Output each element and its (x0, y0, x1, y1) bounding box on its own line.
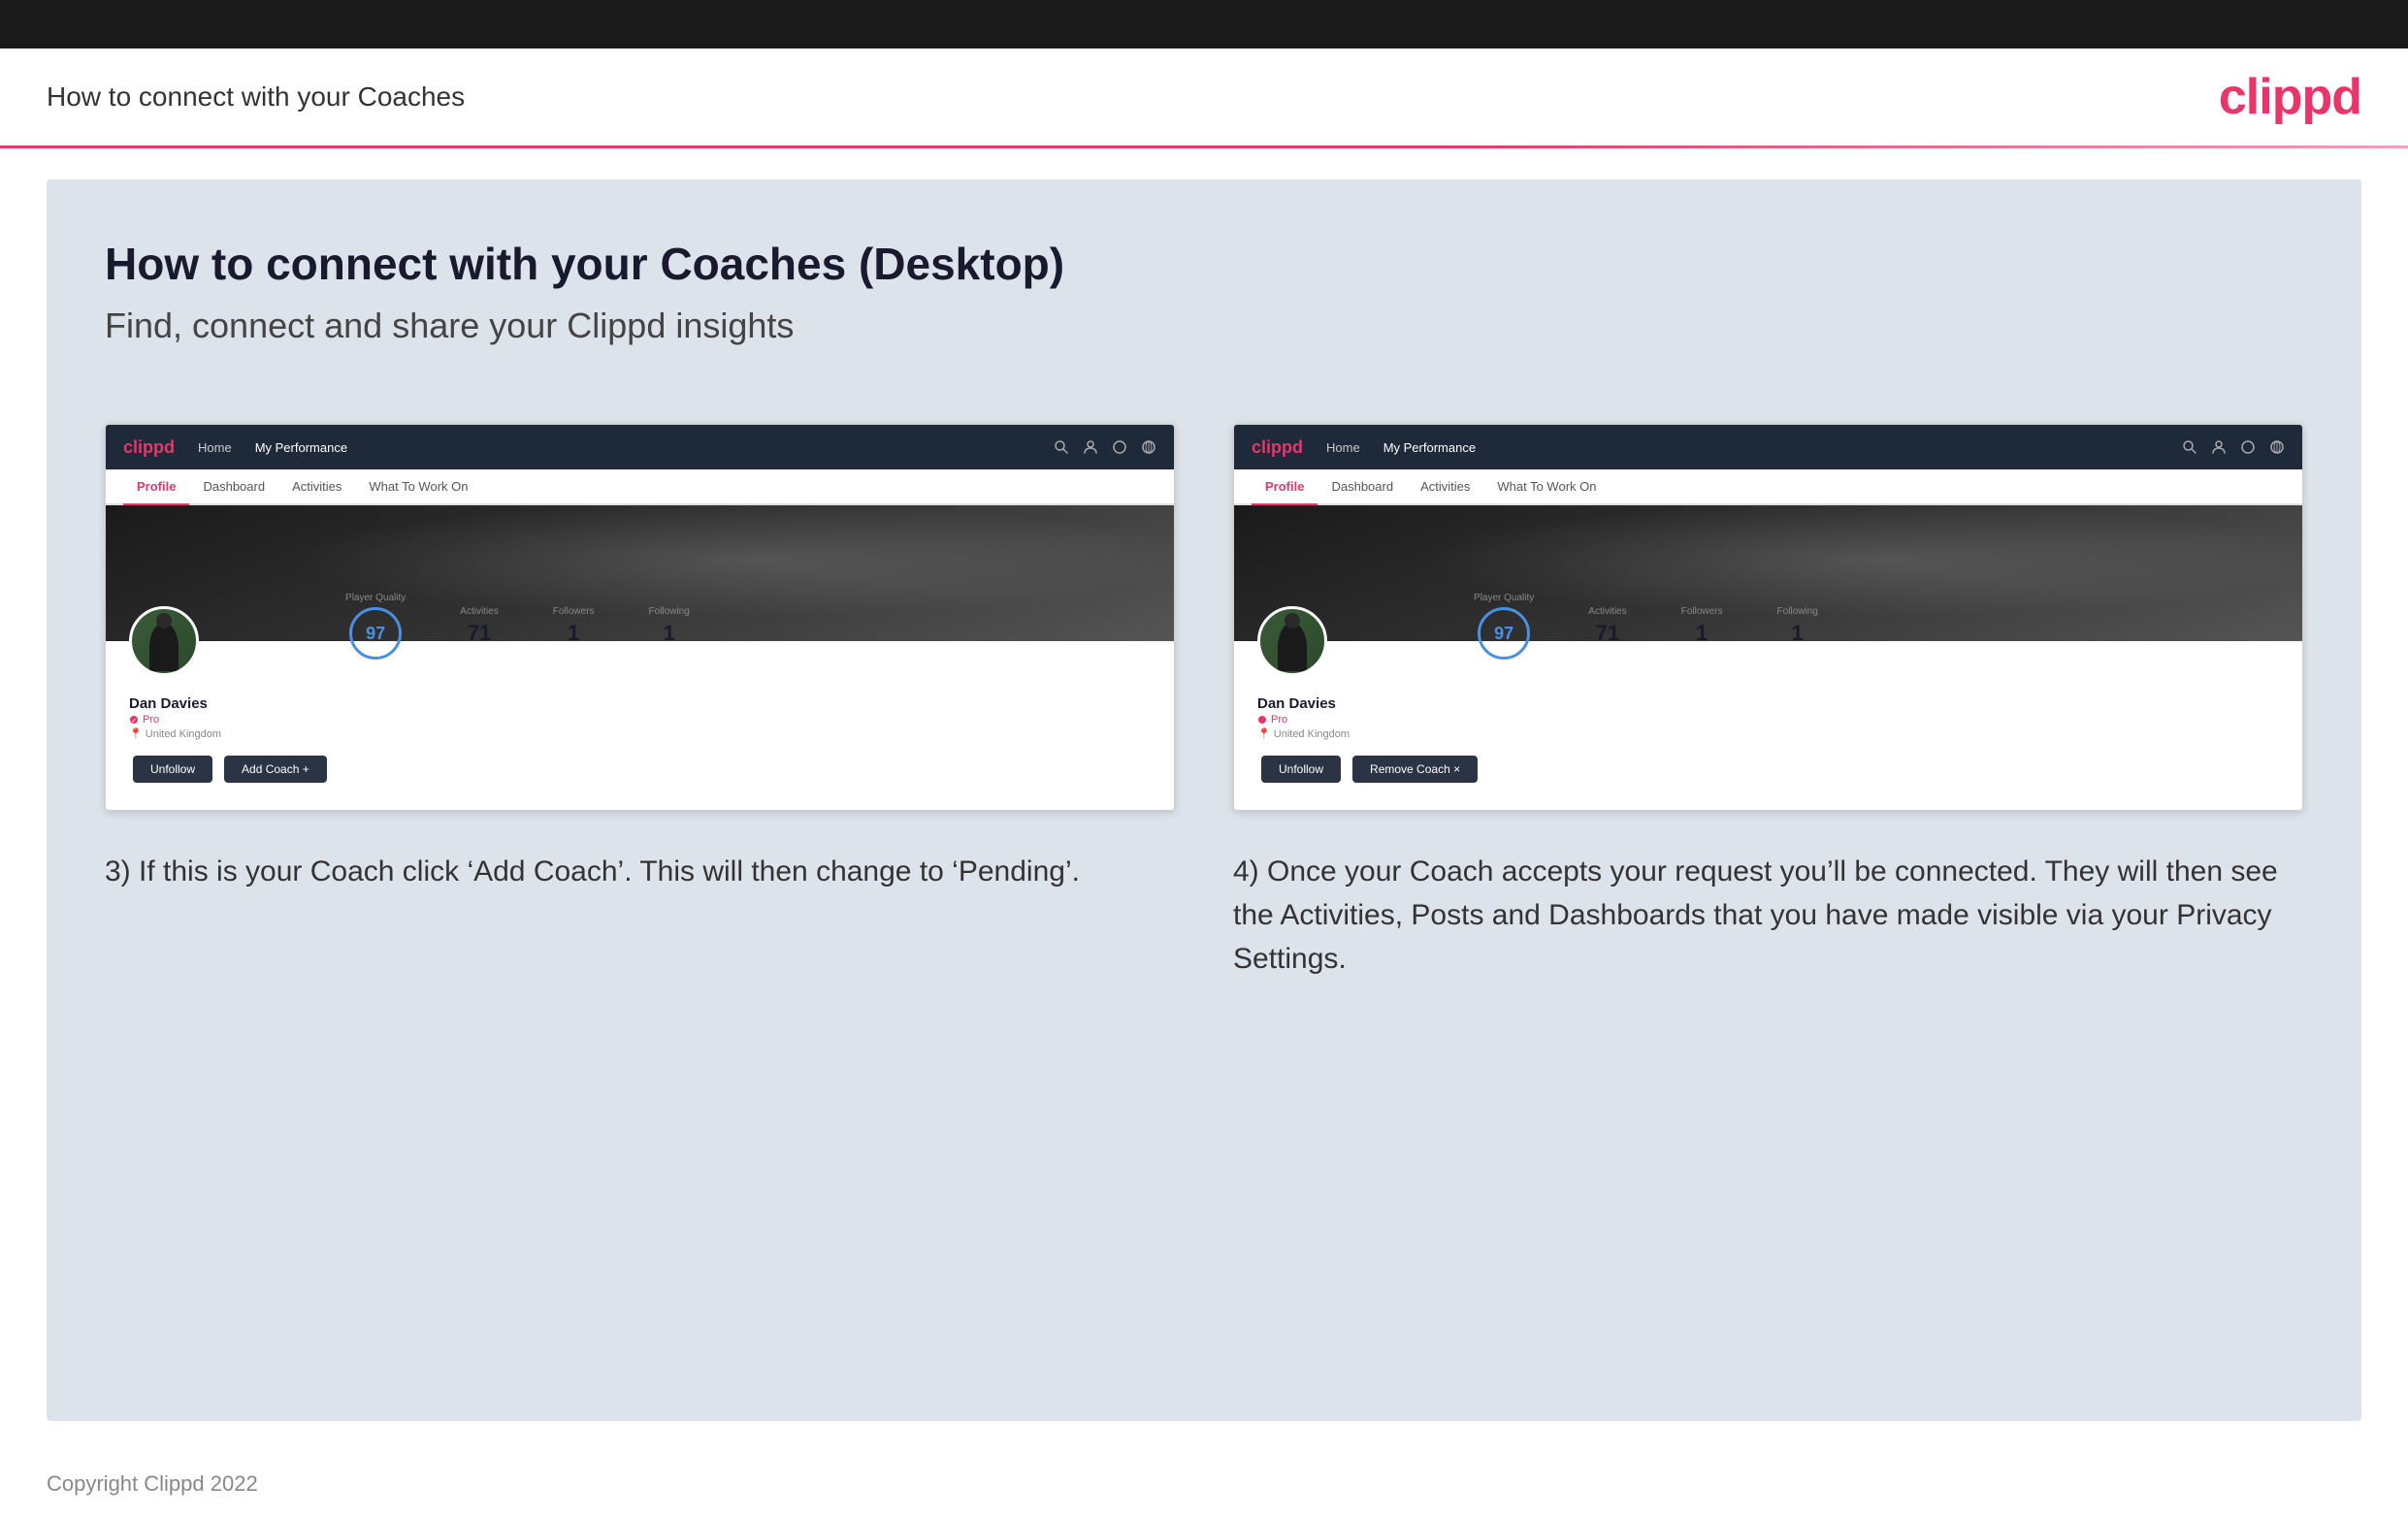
header-divider (0, 145, 2408, 148)
pro-badge-1: ✓ Pro (129, 714, 221, 726)
stat-followers-value-2: 1 (1681, 621, 1723, 646)
tab-dashboard-2[interactable]: Dashboard (1318, 469, 1407, 505)
description-1: 3) If this is your Coach click ‘Add Coac… (105, 850, 1175, 893)
screenshot-col-1: clippd Home My Performance (105, 424, 1175, 981)
tab-activities-2[interactable]: Activities (1407, 469, 1483, 505)
mock-nav-performance-2[interactable]: My Performance (1383, 440, 1476, 455)
stat-quality-label-1: Player Quality (345, 593, 406, 603)
page-heading: How to connect with your Coaches (Deskto… (105, 238, 2303, 290)
stat-following-2: Following 1 (1750, 606, 1845, 646)
stat-quality-label-2: Player Quality (1474, 593, 1534, 603)
unfollow-button-1[interactable]: Unfollow (133, 756, 212, 783)
profile-info-2: Dan Davies Pro 📍 United Kingdom (1257, 695, 1350, 740)
tab-what-to-work-on-1[interactable]: What To Work On (355, 469, 481, 505)
copyright: Copyright Clippd 2022 (47, 1471, 258, 1496)
stat-following-label-2: Following (1777, 606, 1818, 617)
clippd-logo: clippd (2219, 68, 2361, 126)
quality-circle-2: 97 (1478, 607, 1530, 660)
header: How to connect with your Coaches clippd (0, 48, 2408, 145)
tab-profile-2[interactable]: Profile (1252, 469, 1318, 505)
avatar-figure-1 (149, 623, 179, 671)
screenshot-1: clippd Home My Performance (105, 424, 1175, 811)
mock-buttons-1: Unfollow Add Coach + (129, 756, 1151, 783)
profile-name-2: Dan Davies (1257, 695, 1350, 712)
bell-icon-2[interactable] (2240, 439, 2256, 455)
stat-following-value-2: 1 (1777, 621, 1818, 646)
globe-icon-1[interactable] (1141, 439, 1156, 455)
stats-row-1: Player Quality 97 Activities 71 Follower… (221, 593, 717, 660)
profile-name-1: Dan Davies (129, 695, 221, 712)
search-icon-1[interactable] (1054, 439, 1069, 455)
mock-nav-2: clippd Home My Performance (1234, 425, 2302, 469)
svg-text:✓: ✓ (131, 719, 136, 725)
description-2: 4) Once your Coach accepts your request … (1233, 850, 2303, 981)
stat-followers-label-1: Followers (553, 606, 595, 617)
mock-nav-icons-1 (1054, 439, 1156, 455)
mock-profile-section-2: Dan Davies Pro 📍 United Kingdom (1234, 641, 2302, 810)
stat-activities-1: Activities 71 (433, 606, 525, 646)
mock-logo-1: clippd (123, 437, 175, 458)
screenshot-2: clippd Home My Performance (1233, 424, 2303, 811)
mock-nav-1: clippd Home My Performance (106, 425, 1174, 469)
pro-badge-2: Pro (1257, 714, 1350, 726)
footer: Copyright Clippd 2022 (0, 1452, 2408, 1516)
quality-circle-1: 97 (349, 607, 402, 660)
search-icon-2[interactable] (2182, 439, 2197, 455)
stat-followers-2: Followers 1 (1654, 606, 1750, 646)
bell-icon-1[interactable] (1112, 439, 1127, 455)
globe-icon-2[interactable] (2269, 439, 2285, 455)
screenshots-row: clippd Home My Performance (105, 424, 2303, 981)
user-icon-2[interactable] (2211, 439, 2227, 455)
profile-info-1: Dan Davies ✓ Pro 📍 United Kingdom (129, 695, 221, 740)
tab-what-to-work-on-2[interactable]: What To Work On (1483, 469, 1610, 505)
tab-dashboard-1[interactable]: Dashboard (189, 469, 278, 505)
stat-following-1: Following 1 (622, 606, 717, 646)
mock-nav-home-2[interactable]: Home (1326, 440, 1360, 455)
stat-followers-value-1: 1 (553, 621, 595, 646)
unfollow-button-2[interactable]: Unfollow (1261, 756, 1341, 783)
stat-quality-2: Player Quality 97 (1447, 593, 1561, 660)
stat-activities-label-2: Activities (1588, 606, 1626, 617)
mock-buttons-2: Unfollow Remove Coach × (1257, 756, 2279, 783)
stat-followers-1: Followers 1 (526, 606, 622, 646)
screenshot-col-2: clippd Home My Performance (1233, 424, 2303, 981)
location-2: 📍 United Kingdom (1257, 727, 1350, 740)
avatar-2 (1257, 606, 1327, 676)
header-title: How to connect with your Coaches (47, 81, 465, 113)
mock-nav-home-1[interactable]: Home (198, 440, 232, 455)
mock-logo-2: clippd (1252, 437, 1303, 458)
remove-coach-button[interactable]: Remove Coach × (1352, 756, 1478, 783)
mock-tabs-1: Profile Dashboard Activities What To Wor… (106, 469, 1174, 505)
stat-following-value-1: 1 (649, 621, 690, 646)
stat-activities-label-1: Activities (460, 606, 498, 617)
tab-activities-1[interactable]: Activities (278, 469, 355, 505)
stat-activities-value-1: 71 (460, 621, 498, 646)
stats-row-2: Player Quality 97 Activities 71 Follower… (1350, 593, 1845, 660)
stat-activities-2: Activities 71 (1561, 606, 1653, 646)
page-subheading: Find, connect and share your Clippd insi… (105, 306, 2303, 346)
stat-quality-1: Player Quality 97 (318, 593, 433, 660)
user-icon-1[interactable] (1083, 439, 1098, 455)
location-1: 📍 United Kingdom (129, 727, 221, 740)
stat-following-label-1: Following (649, 606, 690, 617)
tab-profile-1[interactable]: Profile (123, 469, 189, 505)
avatar-figure-2 (1278, 623, 1307, 671)
mock-nav-icons-2 (2182, 439, 2285, 455)
mock-profile-section-1: Dan Davies ✓ Pro 📍 United Kingdom (106, 641, 1174, 810)
stat-activities-value-2: 71 (1588, 621, 1626, 646)
mock-tabs-2: Profile Dashboard Activities What To Wor… (1234, 469, 2302, 505)
add-coach-button-1[interactable]: Add Coach + (224, 756, 327, 783)
stat-followers-label-2: Followers (1681, 606, 1723, 617)
avatar-1 (129, 606, 199, 676)
main-content: How to connect with your Coaches (Deskto… (47, 179, 2361, 1421)
top-bar (0, 0, 2408, 48)
mock-nav-performance-1[interactable]: My Performance (255, 440, 347, 455)
